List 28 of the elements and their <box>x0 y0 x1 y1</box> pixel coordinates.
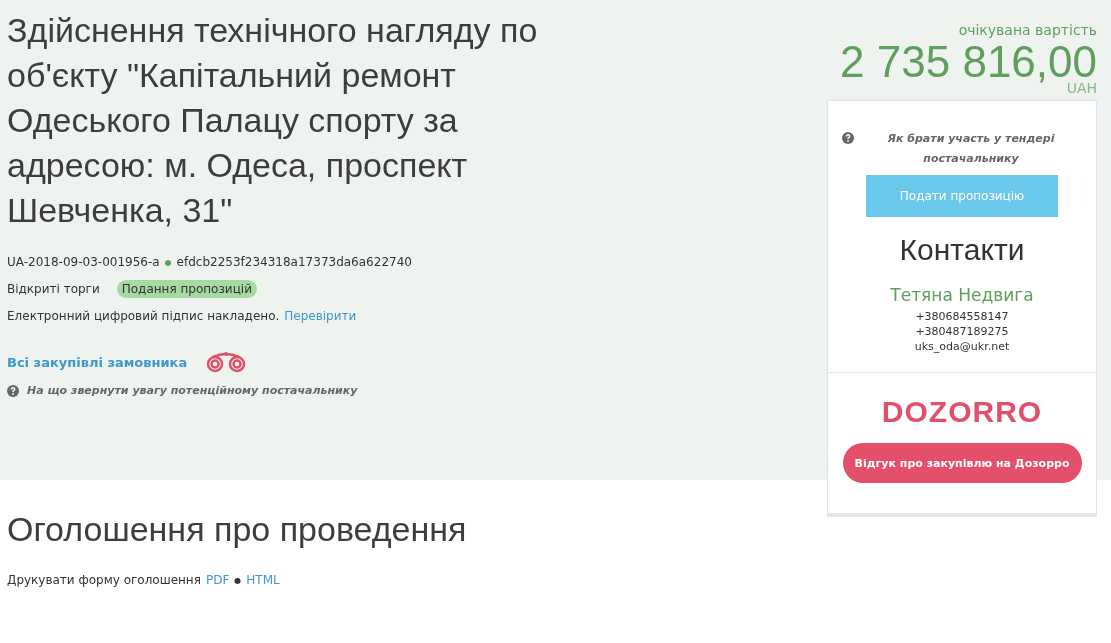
dozorro-feedback-button[interactable]: Відгук про закупівлю на Дозорро <box>842 443 1082 483</box>
procedure-type: Відкриті торги <box>7 282 100 296</box>
contact-name: Тетяна Недвига <box>890 285 1034 305</box>
contact-phone: +380487189275 <box>915 324 1009 339</box>
help-icon <box>842 132 854 144</box>
status-badge: Подання пропозицій <box>116 280 257 298</box>
supplier-hint[interactable]: На що звернути увагу потенційному постачальнику <box>27 384 358 397</box>
participation-help-link[interactable]: Як брати участь у тендері постачальнику <box>860 129 1082 169</box>
contact-phone: +380684558147 <box>915 309 1009 324</box>
dozorro-logo: DOZORRO <box>881 395 1043 429</box>
tender-hash: efdcb2253f234318a17373da6a622740 <box>176 255 412 269</box>
buyer-link[interactable]: Всі закупівлі замовника <box>7 354 188 370</box>
contact-email: uks_oda@ukr.net <box>914 339 1010 354</box>
tender-id: UA-2018-09-03-001956-a <box>7 255 160 269</box>
verify-link[interactable]: Перевірити <box>284 309 357 323</box>
section-heading: Оголошення про проведення <box>7 510 468 549</box>
contacts-heading: Контакти <box>899 233 1025 267</box>
format-link[interactable]: HTML <box>246 573 280 587</box>
tender-title: Здійснення технічного нагляду по об'єкту "Капітальний ремонт Одеського Палацу спорту за адресою: м. Одеса, проспект Шевченка, 31" <box>7 10 539 231</box>
separator-dot: ● <box>164 257 172 267</box>
help-icon <box>7 384 19 397</box>
separator-dot: ● <box>234 575 242 585</box>
price-label: очікувана вартість <box>958 22 1097 38</box>
submit-proposal-button[interactable]: Подати пропозицію <box>866 175 1058 217</box>
format-link[interactable]: PDF <box>205 573 230 587</box>
signature-text: Електронний цифровий підпис накладено. <box>7 309 280 323</box>
binoculars-icon <box>205 351 248 373</box>
print-label: Друкувати форму оголошення <box>7 573 201 587</box>
